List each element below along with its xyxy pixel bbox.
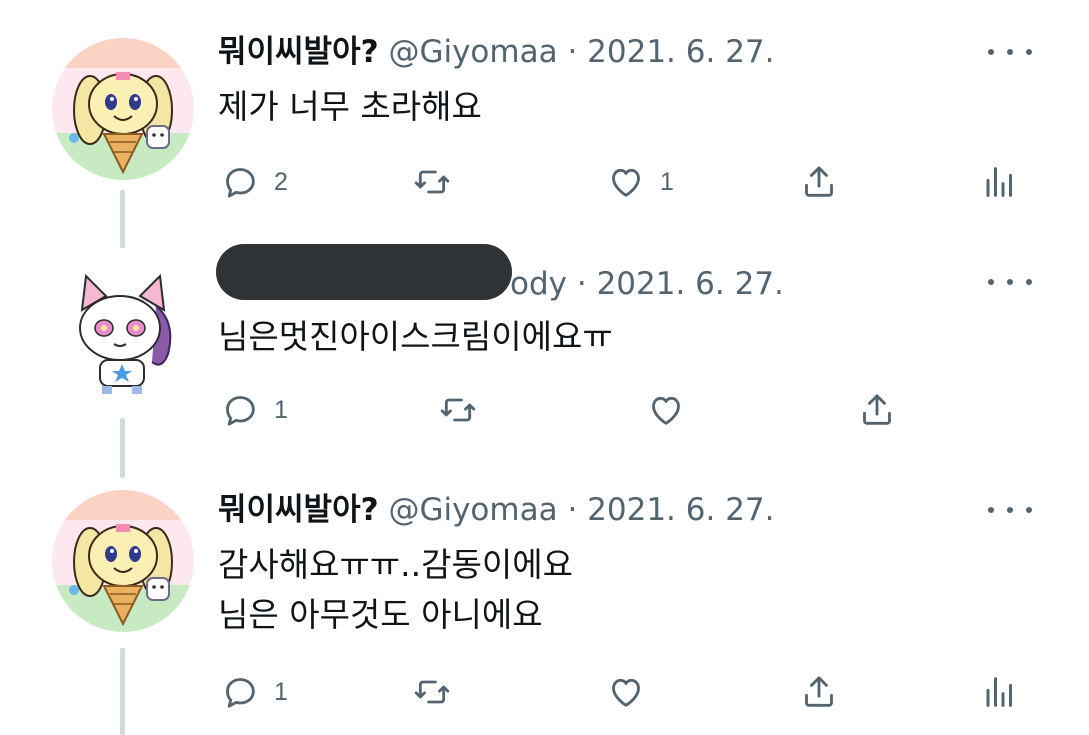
reply-button[interactable]: 1: [220, 390, 288, 430]
handle[interactable]: @Giyomaa: [388, 34, 557, 70]
tweet-text: 제가 너무 초라해요: [218, 82, 482, 132]
like-icon: [612, 168, 640, 197]
like-button[interactable]: 1: [606, 162, 674, 202]
like-count: 1: [660, 167, 674, 196]
timestamp[interactable]: 2021. 6. 27.: [587, 34, 774, 70]
thread-line: [120, 190, 125, 248]
retweet-button[interactable]: [412, 162, 452, 202]
share-icon: [863, 394, 891, 425]
display-name[interactable]: 뭐이씨발아?: [218, 492, 379, 528]
tweet-text-line: 님은 아무것도 아니에요: [218, 595, 543, 634]
reply-count: 1: [274, 395, 288, 424]
display-name[interactable]: 뭐이씨발아?: [218, 34, 379, 70]
reply-icon: [226, 168, 255, 198]
like-icon: [612, 678, 640, 707]
tweet-header: 뭐이씨발아? @Giyomaa · 2021. 6. 27.: [218, 490, 775, 530]
tweet-text-line: 님은멋진아이스크림이에요ㅠ: [218, 317, 613, 356]
tweet-header: 뭐이씨발아? @Giyomaa · 2021. 6. 27.: [218, 32, 775, 72]
like-button[interactable]: [606, 672, 646, 712]
separator: ·: [557, 34, 588, 70]
like-button[interactable]: [646, 390, 686, 430]
analytics-button[interactable]: [978, 672, 1018, 712]
separator: ·: [567, 266, 597, 302]
retweet-button[interactable]: [412, 672, 452, 712]
reply-button[interactable]: 2: [220, 162, 288, 202]
separator: ·: [557, 492, 588, 528]
thread-line: [120, 418, 125, 478]
tweet-text-line: 감사해요ㅠㅠ..감동이에요: [218, 545, 573, 584]
more-icon[interactable]: [988, 42, 1032, 62]
more-icon[interactable]: [988, 500, 1032, 520]
share-button[interactable]: [799, 162, 839, 202]
tweet-header: ody · 2021. 6. 27.: [510, 264, 784, 304]
reply-button[interactable]: 1: [220, 672, 288, 712]
share-button[interactable]: [799, 672, 839, 712]
redacted-name: [216, 244, 512, 300]
avatar[interactable]: [52, 38, 194, 180]
handle[interactable]: ody: [510, 266, 567, 302]
retweet-icon: [440, 398, 476, 422]
share-icon: [805, 676, 833, 707]
like-icon: [652, 396, 680, 425]
more-icon[interactable]: [988, 272, 1032, 292]
analytics-icon: [986, 677, 1012, 707]
avatar[interactable]: [52, 490, 194, 632]
thread-line: [120, 648, 125, 735]
tweet-text: 님은멋진아이스크림이에요ㅠ: [218, 312, 613, 362]
retweet-icon: [414, 680, 450, 704]
reply-icon: [226, 396, 255, 426]
timestamp[interactable]: 2021. 6. 27.: [587, 492, 774, 528]
reply-count: 1: [274, 677, 288, 706]
handle[interactable]: @Giyomaa: [388, 492, 557, 528]
reply-count: 2: [274, 167, 288, 196]
tweet-text: 감사해요ㅠㅠ..감동이에요 님은 아무것도 아니에요: [218, 540, 573, 640]
share-button[interactable]: [857, 390, 897, 430]
timestamp[interactable]: 2021. 6. 27.: [597, 266, 784, 302]
share-icon: [805, 166, 833, 197]
retweet-button[interactable]: [438, 390, 478, 430]
analytics-icon: [986, 167, 1012, 197]
analytics-button[interactable]: [978, 162, 1018, 202]
retweet-icon: [414, 170, 450, 194]
tweet-text-line: 제가 너무 초라해요: [218, 87, 482, 126]
avatar[interactable]: [52, 262, 194, 404]
reply-icon: [226, 678, 255, 708]
